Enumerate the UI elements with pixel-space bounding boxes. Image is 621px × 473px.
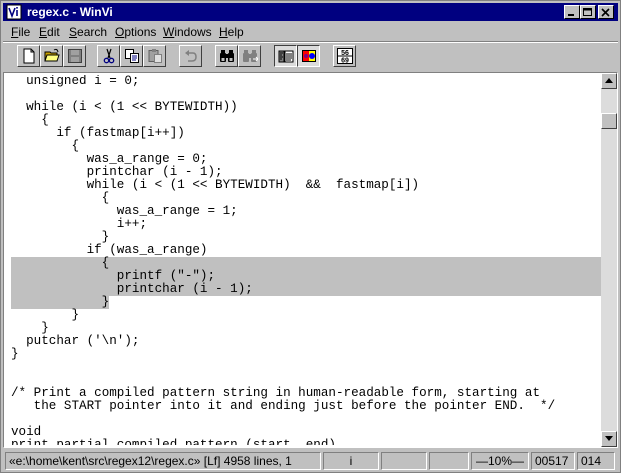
code-line[interactable]: print_partial_compiled_pattern (start, e… bbox=[11, 439, 601, 446]
paste-button[interactable] bbox=[143, 45, 166, 67]
winvi-app-icon[interactable] bbox=[6, 4, 22, 20]
line-number-icon: 56 69 bbox=[337, 48, 353, 64]
status-blank-2 bbox=[429, 452, 469, 470]
line-number-icon-bottom: 69 bbox=[341, 58, 349, 65]
menu-options-accel: O bbox=[115, 25, 125, 39]
vertical-scrollbar[interactable] bbox=[601, 73, 617, 447]
save-button[interactable] bbox=[63, 45, 86, 67]
binoculars-icon bbox=[220, 50, 234, 62]
code-line[interactable]: } bbox=[11, 296, 601, 309]
status-blank-1 bbox=[381, 452, 427, 470]
copy-button[interactable] bbox=[120, 45, 143, 67]
editor-pane[interactable]: unsigned i = 0; while (i < (1 << BYTEWIDT… bbox=[3, 72, 618, 448]
status-column-number: 014 bbox=[577, 452, 615, 470]
menu-options-label: ptions bbox=[124, 25, 157, 39]
find-next-binoculars-icon bbox=[243, 50, 258, 62]
minimize-button[interactable] bbox=[564, 5, 580, 19]
status-line-number: 00517 bbox=[531, 452, 575, 470]
paste-icon bbox=[148, 49, 162, 63]
menu-options[interactable]: Options bbox=[115, 25, 156, 39]
status-file-info: «e:\home\kent\src\regex12\regex.c» [Lf] … bbox=[5, 452, 321, 470]
menu-windows-accel: W bbox=[163, 25, 175, 39]
code-line[interactable] bbox=[11, 361, 601, 374]
ruler-toggle-button[interactable] bbox=[274, 45, 297, 67]
window-title: regex.c - WinVi bbox=[27, 5, 113, 19]
color-toggle-button[interactable] bbox=[297, 45, 320, 67]
scissors-icon bbox=[103, 48, 115, 64]
new-file-button[interactable] bbox=[17, 45, 40, 67]
scroll-down-arrow-icon bbox=[605, 436, 613, 441]
line-number-icon-top: 56 bbox=[341, 50, 349, 57]
copy-icon bbox=[125, 49, 139, 63]
status-percent: —10%— bbox=[471, 452, 529, 470]
maximize-button[interactable] bbox=[580, 5, 596, 19]
floppy-disk-icon bbox=[68, 49, 82, 63]
code-line[interactable]: } bbox=[11, 309, 601, 322]
code-line[interactable]: putchar ('\n'); bbox=[11, 335, 601, 348]
menu-edit[interactable]: Edit bbox=[39, 25, 60, 39]
menu-edit-accel: E bbox=[39, 25, 48, 39]
status-bar: «e:\home\kent\src\regex12\regex.c» [Lf] … bbox=[3, 451, 618, 471]
winvi-window: regex.c - WinVi File Edit Search Options… bbox=[0, 0, 621, 473]
title-bar[interactable]: regex.c - WinVi bbox=[3, 3, 618, 21]
menu-file[interactable]: File bbox=[11, 25, 30, 39]
menu-help-label: elp bbox=[227, 25, 244, 39]
toolbar: 56 69 bbox=[3, 43, 618, 71]
menu-file-label: ile bbox=[18, 25, 31, 39]
menu-bar: File Edit Search Options Windows Help bbox=[3, 23, 618, 41]
menu-search[interactable]: Search bbox=[69, 25, 107, 39]
color-palette-icon bbox=[302, 50, 316, 62]
menu-help-accel: H bbox=[219, 25, 228, 39]
scroll-thumb[interactable] bbox=[601, 113, 617, 129]
close-button[interactable] bbox=[598, 5, 614, 19]
code-line[interactable]: while (i < (1 << BYTEWIDTH)) bbox=[11, 101, 601, 114]
scroll-down-button[interactable] bbox=[601, 431, 617, 447]
menu-help[interactable]: Help bbox=[219, 25, 244, 39]
code-line[interactable]: if (fastmap[i++]) bbox=[11, 127, 601, 140]
open-file-button[interactable] bbox=[40, 45, 63, 67]
menu-edit-label: dit bbox=[47, 25, 60, 39]
code-area[interactable]: unsigned i = 0; while (i < (1 << BYTEWIDT… bbox=[11, 75, 601, 445]
code-line[interactable]: unsigned i = 0; bbox=[11, 75, 601, 88]
new-file-icon bbox=[23, 48, 35, 64]
menu-search-accel: S bbox=[69, 25, 78, 39]
undo-button[interactable] bbox=[179, 45, 202, 67]
find-next-button[interactable] bbox=[238, 45, 261, 67]
find-button[interactable] bbox=[215, 45, 238, 67]
line-number-button[interactable]: 56 69 bbox=[333, 45, 356, 67]
menu-windows-label: indows bbox=[174, 25, 212, 39]
scroll-up-button[interactable] bbox=[601, 73, 617, 89]
menu-search-label: earch bbox=[77, 25, 108, 39]
undo-icon bbox=[185, 50, 197, 62]
code-line[interactable]: } bbox=[11, 348, 601, 361]
ruler-icon bbox=[278, 50, 294, 63]
status-mode: i bbox=[323, 452, 379, 470]
code-line[interactable]: the START pointer into it and ending jus… bbox=[11, 400, 601, 413]
code-line[interactable] bbox=[11, 413, 601, 426]
scroll-up-arrow-icon bbox=[605, 78, 613, 83]
cut-button[interactable] bbox=[97, 45, 120, 67]
open-folder-icon bbox=[44, 48, 60, 62]
menu-windows[interactable]: Windows bbox=[163, 25, 212, 39]
